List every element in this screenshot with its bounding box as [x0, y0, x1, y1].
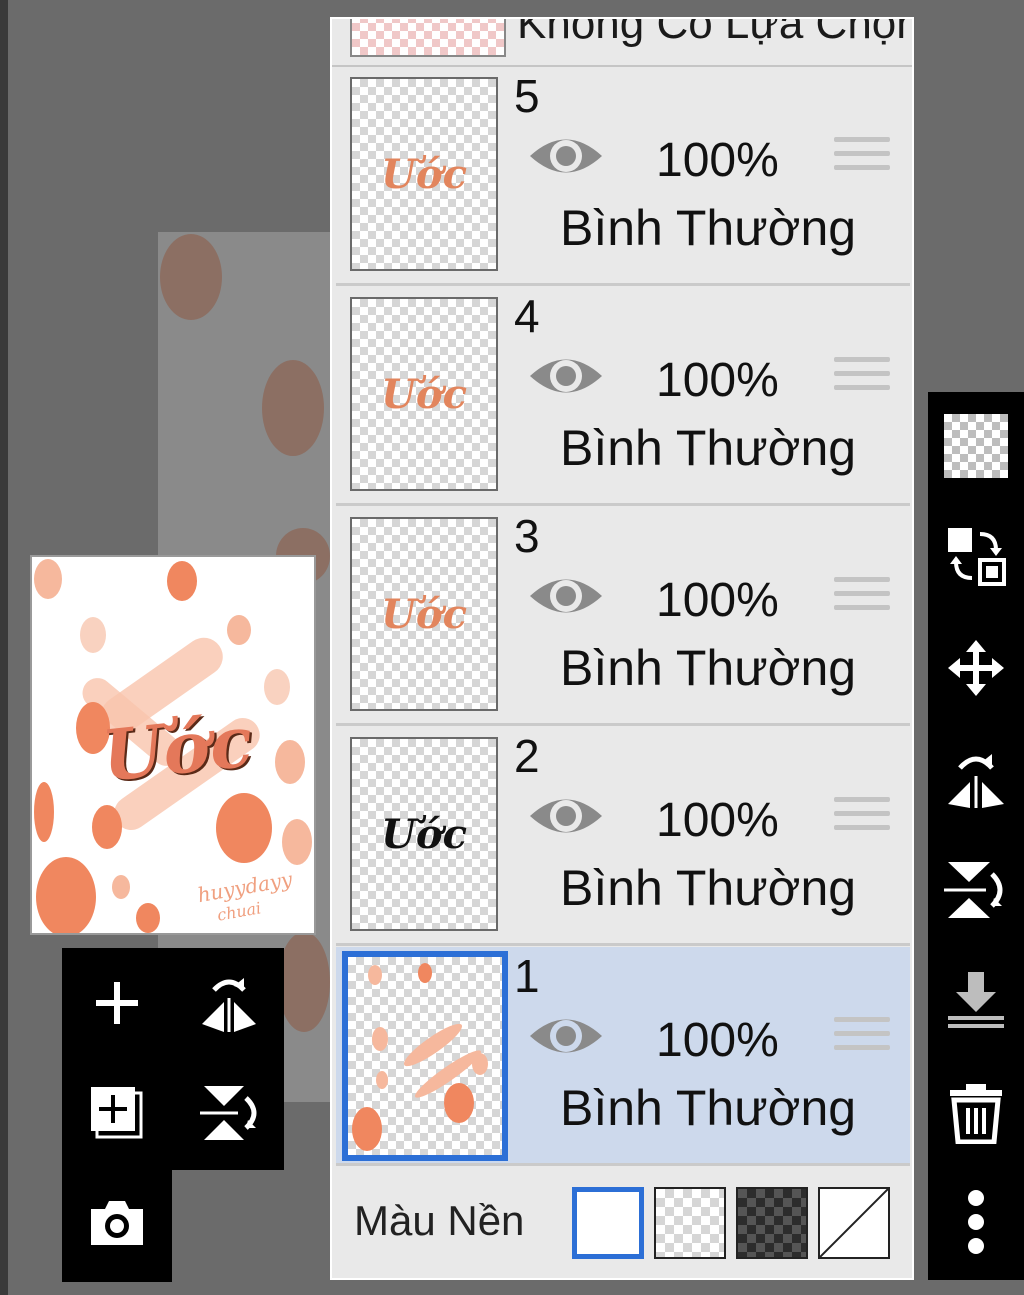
preview-title: Ước: [98, 699, 257, 798]
left-edge: [0, 0, 8, 1295]
background-transparent-swatch[interactable]: [654, 1187, 726, 1259]
layer-blend-mode[interactable]: Bình Thường: [560, 639, 856, 697]
drag-handle-icon[interactable]: [834, 1017, 890, 1061]
layer-thumbnail: [342, 951, 508, 1161]
drag-handle-icon[interactable]: [834, 137, 890, 181]
duplicate-layer-icon[interactable]: [82, 1078, 152, 1148]
layer-opacity[interactable]: 100%: [656, 793, 779, 848]
canvas-preview[interactable]: Ước huyydayy chuai: [30, 555, 316, 935]
swap-icon[interactable]: [942, 522, 1010, 590]
left-toolbar: [62, 948, 284, 1170]
layer-row-1[interactable]: 1 100% Bình Thường: [336, 947, 910, 1166]
layer-thumbnail: Ước: [350, 77, 498, 271]
transparency-icon[interactable]: [942, 412, 1010, 480]
background-label: Màu Nền: [354, 1197, 525, 1244]
drag-handle-icon[interactable]: [834, 797, 890, 841]
background-color-row: Màu Nền: [332, 1167, 912, 1277]
layer-blend-mode[interactable]: Bình Thường: [560, 859, 856, 917]
layer-thumbnail-text: Ước: [381, 371, 467, 418]
layer-row-4[interactable]: Ước 4 100% Bình Thường: [336, 287, 910, 506]
layer-opacity[interactable]: 100%: [656, 133, 779, 188]
right-toolbar: [928, 392, 1024, 1280]
eye-icon[interactable]: [526, 791, 606, 841]
layer-blend-mode[interactable]: Bình Thường: [560, 199, 856, 257]
layer-opacity[interactable]: 100%: [656, 353, 779, 408]
layers-panel: Không Có Lựa Chọn Ước 5 100% Bình Thường…: [330, 17, 914, 1280]
merge-down-icon[interactable]: [942, 966, 1010, 1034]
background-none-swatch[interactable]: [818, 1187, 890, 1259]
background-dark-swatch[interactable]: [736, 1187, 808, 1259]
layer-thumbnail-text: Ước: [381, 151, 467, 198]
drag-handle-icon[interactable]: [834, 357, 890, 401]
layer-thumbnail: Ước: [350, 517, 498, 711]
eye-icon[interactable]: [526, 1011, 606, 1061]
eye-icon[interactable]: [526, 351, 606, 401]
selection-label: Không Có Lựa Chọn: [517, 19, 912, 48]
layer-number: 3: [514, 510, 540, 562]
layer-opacity[interactable]: 100%: [656, 573, 779, 628]
layer-number: 5: [514, 70, 540, 122]
layer-thumbnail-text: Ước: [381, 811, 467, 858]
camera-icon[interactable]: [82, 1188, 152, 1258]
more-icon[interactable]: [942, 1188, 1010, 1256]
eye-icon[interactable]: [526, 131, 606, 181]
layer-number: 1: [514, 950, 540, 1002]
eye-icon[interactable]: [526, 571, 606, 621]
layer-thumbnail: Ước: [350, 297, 498, 491]
move-icon[interactable]: [942, 634, 1010, 702]
flip-vertical-icon[interactable]: [194, 1078, 264, 1148]
flip-vertical-icon[interactable]: [942, 856, 1010, 924]
layer-row-5[interactable]: Ước 5 100% Bình Thường: [336, 67, 910, 286]
layer-number: 2: [514, 730, 540, 782]
left-toolbar-bottom: [62, 1170, 172, 1282]
delete-icon[interactable]: [942, 1078, 1010, 1146]
layer-thumbnail-text: Ước: [381, 591, 467, 638]
layer-row-2[interactable]: Ước 2 100% Bình Thường: [336, 727, 910, 946]
background-white-swatch[interactable]: [572, 1187, 644, 1259]
selection-thumbnail: [350, 19, 506, 57]
flip-horizontal-icon[interactable]: [194, 968, 264, 1038]
layer-row-3[interactable]: Ước 3 100% Bình Thường: [336, 507, 910, 726]
layer-opacity[interactable]: 100%: [656, 1013, 779, 1068]
add-layer-icon[interactable]: [82, 968, 152, 1038]
layer-blend-mode[interactable]: Bình Thường: [560, 419, 856, 477]
layer-number: 4: [514, 290, 540, 342]
flip-horizontal-icon[interactable]: [942, 744, 1010, 812]
layer-blend-mode[interactable]: Bình Thường: [560, 1079, 856, 1137]
drag-handle-icon[interactable]: [834, 577, 890, 621]
layer-thumbnail: Ước: [350, 737, 498, 931]
selection-layer-row[interactable]: Không Có Lựa Chọn: [332, 19, 912, 67]
